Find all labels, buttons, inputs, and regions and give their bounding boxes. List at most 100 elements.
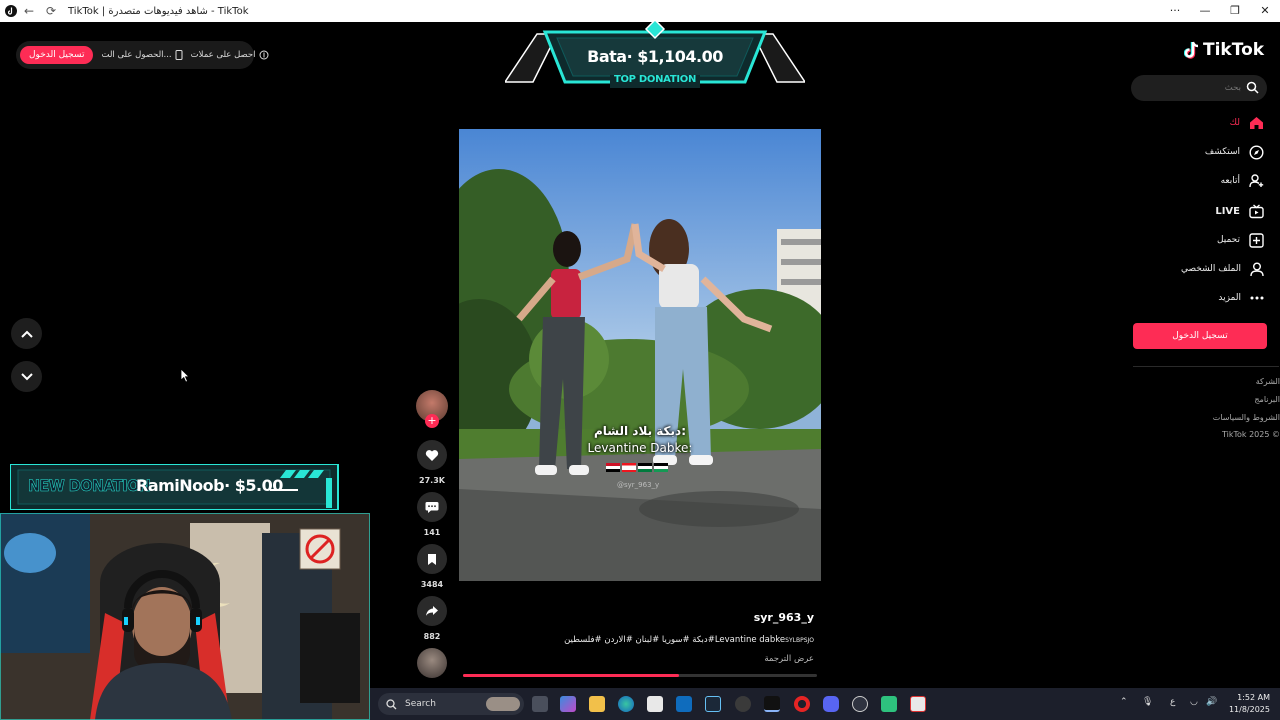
video-caption-arabic: دبكة بلاد الشام: [594,424,686,438]
footer-terms-link[interactable]: الشروط والسياسات [1180,413,1280,422]
sidebar-item-label: لك [1229,118,1240,128]
taskbar-search-label: Search [405,699,436,709]
tiktok-logo[interactable]: TikTok [1184,40,1264,60]
minimize-button[interactable]: — [1190,0,1220,22]
android-app-icon[interactable] [881,696,897,712]
sidebar-item-for-you[interactable]: لك [1230,113,1264,133]
music-avatar[interactable] [417,648,447,678]
comment-icon [425,501,439,513]
steam-icon[interactable] [705,696,721,712]
video-description: دبكة #سوريا #لبنان #الاردن #فلسطين#Levan… [470,635,814,645]
search-icon [386,698,397,709]
more-icon [1250,296,1264,300]
upload-icon [1249,232,1264,248]
screen: ← ⟳ TikTok | شاهد فيديوهات متصدرة - TikT… [0,0,1280,720]
flag-row [606,463,668,472]
top-signin-button[interactable]: تسجيل الدخول [20,46,94,64]
input-language[interactable]: ع [1170,697,1175,707]
outlook-icon[interactable] [676,696,692,712]
save-count: 3484 [420,580,444,589]
follow-button[interactable]: + [425,414,439,428]
search-input[interactable] [1141,81,1241,95]
share-button[interactable] [417,596,447,626]
share-icon [426,606,438,616]
task-view-icon[interactable] [532,696,548,712]
bookmark-icon [428,553,436,565]
like-count: 27.3K [419,476,445,485]
video-watermark: @syr_963_y [617,481,660,489]
sidebar-item-live[interactable]: LIVE [1215,201,1264,221]
network-icon[interactable]: ◡ [1190,697,1198,707]
close-button[interactable]: ✕ [1250,0,1280,22]
get-coins-link[interactable]: احصل على عملات [191,50,269,60]
video-downloader-icon[interactable] [735,696,751,712]
home-icon [1250,117,1263,129]
syria-flag-icon [606,463,620,472]
compass-icon [1249,144,1264,160]
video-player[interactable]: دبكة بلاد الشام: Levantine Dabke: @syr_9… [459,129,821,581]
comment-button[interactable] [417,492,447,522]
jordan-flag-icon [638,463,652,472]
sidebar-signin-button[interactable]: تسجيل الدخول [1133,323,1267,349]
volume-icon[interactable]: 🔊 [1206,697,1217,707]
video-progress-bar[interactable] [463,674,817,677]
get-app-label: الحصول على الت... [101,50,172,60]
footer-company-link[interactable]: الشركة [1180,377,1280,386]
previous-video-button[interactable] [11,318,42,349]
video-username[interactable]: syr_963_y [700,611,814,624]
widgets-icon[interactable] [560,696,576,712]
back-icon[interactable]: ← [18,4,40,18]
search-highlight-icon [486,697,520,711]
file-explorer-icon[interactable] [589,696,605,712]
sidebar-item-following[interactable]: أتابعه [1221,171,1264,191]
edge-icon[interactable] [618,696,634,712]
chevron-down-icon [20,372,33,380]
get-coins-label: احصل على عملات [190,50,256,60]
top-donation-amount: Bata· $1,104.00 [587,47,723,66]
browser-menu-icon[interactable]: ··· [1160,0,1190,22]
get-app-link[interactable]: الحصول على الت... [101,50,183,60]
user-plus-icon [1249,174,1264,188]
clock-date: 11/8/2025 [1228,705,1270,714]
opera-icon[interactable] [794,696,810,712]
mouse-cursor-icon [180,368,190,383]
search-box[interactable] [1131,75,1267,101]
sidebar-item-label: أتابعه [1220,176,1240,186]
discord-icon[interactable] [823,696,839,712]
tiktok-taskbar-icon[interactable] [764,696,780,712]
sidebar-item-label: تحميل [1216,235,1240,245]
restore-button[interactable]: ❐ [1220,0,1250,22]
sidebar-item-upload[interactable]: تحميل [1217,230,1264,250]
sidebar-item-profile[interactable]: الملف الشخصي [1181,259,1264,279]
obs-icon[interactable] [852,696,868,712]
next-video-button[interactable] [11,361,42,392]
sidebar-item-label: المزيد [1218,293,1241,303]
taskbar-search[interactable]: Search [378,693,524,715]
video-caption-english: Levantine Dabke: [587,441,693,455]
video-description-text: دبكة #سوريا #لبنان #الاردن #فلسطين#Levan… [564,635,786,645]
lebanon-flag-icon [622,463,636,472]
top-donation-overlay: Bata· $1,104.00 TOP DONATION [503,18,807,90]
footer-program-link[interactable]: البرنامج [1180,395,1280,404]
microphone-icon[interactable]: 🎙 [1142,697,1153,707]
profile-icon [1250,262,1264,276]
store-icon[interactable] [647,696,663,712]
tray-chevron-up-icon[interactable]: ⌃ [1120,697,1128,707]
search-icon[interactable] [1246,81,1259,94]
save-button[interactable] [417,544,447,574]
taskbar-clock[interactable]: 1:52 AM 11/8/2025 [1229,692,1270,716]
reload-icon[interactable]: ⟳ [40,4,62,18]
like-button[interactable] [417,440,447,470]
top-donation-caption: TOP DONATION [613,74,697,85]
browser-titlebar: ← ⟳ TikTok | شاهد فيديوهات متصدرة - TikT… [0,0,1280,22]
sidebar-item-more[interactable]: المزيد [1218,288,1264,308]
see-translation-link[interactable]: عرض الترجمة [700,654,814,664]
sidebar-item-label: استكشف [1204,147,1240,157]
sidebar-item-explore[interactable]: استكشف [1205,142,1264,162]
coin-icon [259,50,268,60]
snipping-tool-icon[interactable] [910,696,926,712]
top-actions-bar: تسجيل الدخول الحصول على الت... احصل على … [16,41,268,69]
tiktok-favicon-icon [5,5,17,17]
tiktok-note-icon [1184,41,1199,59]
sidebar-item-label: LIVE [1215,205,1240,217]
